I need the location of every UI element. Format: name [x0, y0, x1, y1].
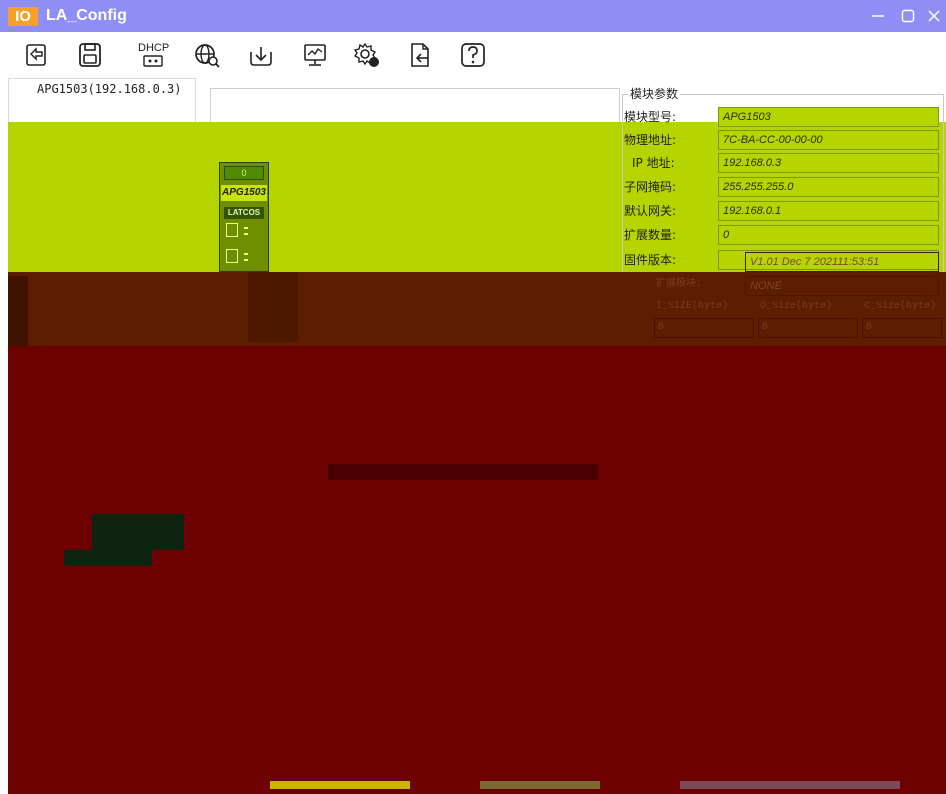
- firmware-field[interactable]: V1.01 Dec 7 202111:53:51: [745, 252, 939, 272]
- close-icon: [928, 10, 940, 22]
- c-size-field[interactable]: 0: [862, 318, 942, 338]
- model-field[interactable]: APG1503: [718, 107, 939, 127]
- module-slot-number: 0: [224, 166, 264, 180]
- device-view: [210, 88, 620, 122]
- status-indicator: [680, 781, 900, 789]
- model-label: 模块型号:: [624, 110, 677, 124]
- toolbar: DHCP: [0, 32, 946, 78]
- ip-label: IP 地址:: [632, 156, 675, 170]
- status-block-secondary: [64, 550, 152, 566]
- maximize-icon: [901, 9, 915, 23]
- app-logo: IO: [8, 7, 38, 26]
- la-config-window: IO LA_Config DHCP APG1503(192.168.0.3) 0…: [0, 0, 946, 794]
- o-size-field[interactable]: 0: [758, 318, 858, 338]
- gateway-field[interactable]: 192.168.0.1: [718, 201, 939, 221]
- log-panel: [8, 346, 946, 794]
- minimize-button[interactable]: [864, 4, 892, 28]
- title-bar[interactable]: IO LA_Config: [0, 0, 946, 32]
- help-icon: [461, 43, 485, 67]
- expansion-count-field[interactable]: 0: [718, 225, 939, 245]
- minimize-icon: [872, 15, 884, 17]
- dhcp-label: DHCP: [138, 42, 170, 54]
- network-search-button[interactable]: [192, 40, 222, 70]
- device-tree: APG1503(192.168.0.3): [8, 78, 196, 122]
- status-block: [92, 514, 184, 550]
- led-icon: [244, 259, 248, 261]
- maximize-button[interactable]: [894, 4, 922, 28]
- expansion-count-label: 扩展数量:: [624, 228, 677, 242]
- mac-field[interactable]: 7C-BA-CC-00-00-00: [718, 130, 939, 150]
- monitor-button[interactable]: [300, 40, 330, 70]
- gateway-label: 默认网关:: [624, 204, 677, 218]
- save-button[interactable]: [75, 40, 105, 70]
- settings-icon: [353, 42, 379, 67]
- close-button[interactable]: [920, 4, 946, 28]
- scrollbar-edge: [8, 276, 28, 346]
- module-card[interactable]: 0 APG1503 LATCOS: [219, 162, 269, 272]
- progress-track: [328, 464, 598, 480]
- firmware-label: 固件版本:: [624, 253, 677, 267]
- scan-icon: [26, 44, 46, 66]
- settings-button[interactable]: [352, 40, 382, 70]
- tree-item-device[interactable]: APG1503(192.168.0.3): [37, 82, 182, 96]
- ip-field[interactable]: 192.168.0.3: [718, 153, 939, 173]
- c-size-header: C_Size(byte): [864, 301, 937, 312]
- led-icon: [244, 233, 248, 235]
- mac-label: 物理地址:: [624, 133, 677, 147]
- module-brand-logo: LATCOS: [224, 207, 264, 219]
- status-indicator: [480, 781, 600, 789]
- subnet-label: 子网掩码:: [624, 180, 677, 194]
- monitor-icon: [304, 44, 326, 66]
- o-size-header: O_Size(byte): [760, 301, 833, 312]
- dhcp-button[interactable]: DHCP: [138, 40, 170, 70]
- led-icon: [244, 227, 248, 229]
- subnet-field[interactable]: 255.255.255.0: [718, 177, 939, 197]
- window-title: LA_Config: [46, 7, 127, 24]
- help-button[interactable]: [458, 40, 488, 70]
- module-name: APG1503: [221, 185, 267, 201]
- export-button[interactable]: [405, 40, 435, 70]
- expansion-module-field[interactable]: NONE: [745, 276, 939, 296]
- i-size-field[interactable]: 0: [654, 318, 754, 338]
- port-icon: [226, 249, 238, 263]
- expansion-module-label: 扩展模块:: [656, 279, 703, 290]
- port-icon: [226, 223, 238, 237]
- led-icon: [244, 253, 248, 255]
- export-icon: [411, 43, 429, 67]
- i-size-header: I_SIZE(byte): [656, 301, 729, 312]
- module-card-shadow: [248, 272, 298, 342]
- network-search-icon: [195, 44, 220, 68]
- download-button[interactable]: [246, 40, 276, 70]
- scan-button[interactable]: [22, 40, 52, 70]
- save-icon: [79, 43, 101, 67]
- status-indicator: [270, 781, 410, 789]
- download-icon: [250, 47, 272, 66]
- module-params-title: 模块参数: [628, 86, 681, 102]
